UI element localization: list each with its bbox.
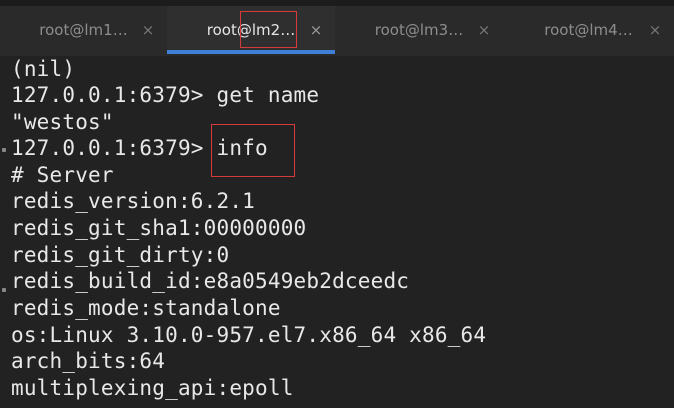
terminal-line: redis_git_dirty:0 [11,243,230,267]
terminal-line: (nil) [11,57,76,81]
terminal-line: redis_version:6.2.1 [11,189,256,213]
terminal-line: 127.0.0.1:6379> get name [11,83,320,107]
tab-root-lm4[interactable]: root@lm4… × [503,6,674,54]
terminal-line: "westos" [11,110,114,134]
terminal-line: redis_git_sha1:00000000 [11,216,307,240]
terminal-line: redis_build_id:e8a0549eb2dceedc [11,269,410,293]
tab-bar: root@lm1… × root@lm2… × root@lm3… × root… [0,0,674,56]
tab-root-lm2[interactable]: root@lm2… × [167,6,335,54]
tab-label: root@lm2… [206,21,296,39]
close-icon[interactable]: × [139,21,157,39]
close-icon[interactable]: × [307,21,325,39]
terminal-output[interactable]: (nil) 127.0.0.1:6379> get name "westos" … [0,56,674,408]
tab-label: root@lm4… [544,21,633,39]
terminal-line: # Server [11,163,114,187]
close-icon[interactable]: × [646,21,664,39]
tab-root-lm1[interactable]: root@lm1… × [0,6,167,54]
terminal-line: 127.0.0.1:6379> info [11,136,268,160]
gutter-marker [2,288,6,292]
tab-root-lm3[interactable]: root@lm3… × [335,6,503,54]
terminal-line: arch_bits:64 [11,349,166,373]
close-icon[interactable]: × [475,21,493,39]
tab-label: root@lm3… [374,21,464,39]
terminal-window: root@lm1… × root@lm2… × root@lm3… × root… [0,0,674,408]
active-tab-indicator [167,50,335,54]
terminal-line: multiplexing_api:epoll [11,376,294,400]
tab-label: root@lm1… [39,21,128,39]
terminal-line: os:Linux 3.10.0-957.el7.x86_64 x86_64 [11,323,487,347]
gutter-marker [2,148,6,152]
terminal-line: redis_mode:standalone [11,296,281,320]
